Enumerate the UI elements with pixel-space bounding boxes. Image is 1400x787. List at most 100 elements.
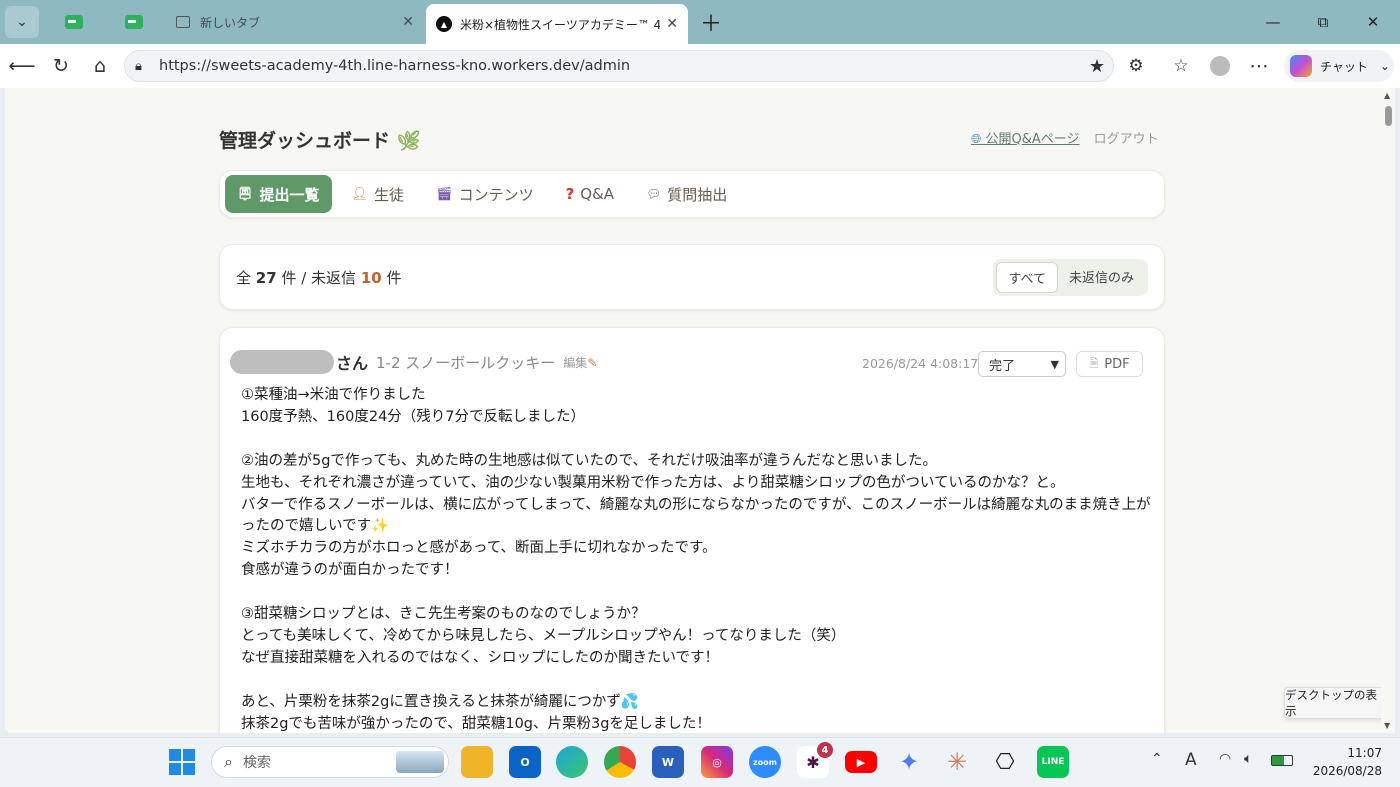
close-window-button[interactable]: ✕ (1350, 8, 1396, 36)
extensions-icon[interactable]: ⚙ (1122, 52, 1150, 80)
url-field[interactable]: 🔒︎ https://sweets-academy-4th.line-harne… (124, 50, 1114, 82)
unreplied-count: 10 (360, 268, 382, 287)
file-explorer-icon[interactable] (461, 746, 493, 778)
slack-icon[interactable]: ✱ 4 (797, 742, 833, 778)
scrollbar-thumb[interactable] (1385, 106, 1392, 126)
public-qa-link[interactable]: 🌐︎ 公開Q&Aページ (971, 128, 1080, 147)
page-viewport: 管理ダッシュボード 🌿︎ 🌐︎ 公開Q&Aページ ログアウト 📮︎ 提出一覧 👤︎… (5, 88, 1395, 733)
new-tab-icon (176, 16, 190, 28)
scrollbar[interactable]: ▲ ▼ (1381, 88, 1395, 733)
refresh-button[interactable]: ↻ (47, 52, 75, 80)
clock[interactable]: 11:07 2026/08/28 (1306, 744, 1382, 780)
tab-active[interactable]: ▲ 米粉×植物性スイーツアカデミー™ 4期 ✕ (426, 4, 688, 44)
student-name-redacted (230, 350, 334, 374)
chevron-down-icon: ⌄ (1379, 59, 1390, 73)
chevron-down-icon: ⌄ (16, 14, 28, 30)
tab-students[interactable]: 👤︎ 生徒 (340, 175, 417, 213)
tab-pinned-2[interactable] (108, 4, 160, 40)
site-favicon-icon: ▲ (436, 16, 452, 32)
summary-text: 全 27 件 / 未返信 10 件 (236, 268, 402, 287)
leaf-icon: 🌿︎ (396, 130, 421, 152)
address-toolbar: ⟵ ↻ ⌂ 🔒︎ https://sweets-academy-4th.line… (0, 44, 1400, 88)
battery-icon[interactable] (1271, 755, 1293, 766)
profile-avatar[interactable] (1206, 52, 1234, 80)
favorites-icon[interactable]: ☆ (1167, 52, 1195, 80)
tab-pinned-1[interactable] (48, 4, 100, 40)
home-button[interactable]: ⌂ (86, 52, 114, 80)
tab-new-tab[interactable]: 新しいタブ ✕ (166, 4, 424, 40)
submission-header: さん 1-2 スノーボールクッキー 編集✎ (230, 350, 597, 374)
tab-title: 新しいタブ (200, 15, 261, 30)
tab-title: 米粉×植物性スイーツアカデミー™ 4期 (460, 17, 660, 32)
windows-taskbar: ⌕ 検索 O W ◎ zoom ✱ 4 ▶ ✦ ✳ ⎔ LINE ⌃ A ◠ 🔈… (0, 737, 1400, 787)
more-menu-icon[interactable]: ⋯ (1245, 52, 1273, 80)
copilot-chat-button[interactable]: チャット ⌄ (1284, 50, 1394, 82)
lock-icon: 🔒︎ (135, 58, 142, 74)
back-button[interactable]: ⟵ (8, 52, 36, 80)
minimize-button[interactable]: — (1250, 8, 1296, 36)
nav-tabs-card: 📮︎ 提出一覧 👤︎ 生徒 🎬︎ コンテンツ ? Q&A 💬︎ 質問抽出 (219, 170, 1165, 218)
claude-icon[interactable]: ✳ (941, 746, 973, 778)
mailbox-icon: 📮︎ (237, 186, 254, 202)
line-icon[interactable]: LINE (1037, 746, 1069, 778)
chevron-down-icon: ▼ (1050, 357, 1059, 371)
edit-link[interactable]: 編集✎ (563, 354, 597, 371)
question-icon: ? (565, 185, 575, 203)
search-highlight-image (396, 751, 444, 773)
wifi-icon[interactable]: ◠ (1219, 751, 1231, 767)
scroll-up-icon[interactable]: ▲ (1384, 91, 1390, 100)
student-icon: 👤︎ (351, 186, 369, 202)
name-suffix: さん (336, 354, 369, 373)
sheets-favicon-icon (65, 15, 83, 29)
total-count: 27 (255, 268, 277, 287)
globe-icon: 🌐︎ (971, 132, 982, 147)
clapper-icon: 🎬︎ (436, 186, 453, 202)
scroll-down-icon[interactable]: ▼ (1384, 721, 1390, 730)
edge-icon[interactable] (556, 746, 588, 778)
tab-qa[interactable]: ? Q&A (554, 175, 626, 213)
clock-time: 11:07 (1347, 746, 1382, 760)
status-select[interactable]: 完了 ▼ (978, 351, 1066, 377)
close-icon[interactable]: ✕ (666, 16, 678, 32)
notification-badge: 4 (817, 742, 833, 758)
browser-tab-bar: ⌄ 新しいタブ ✕ ▲ 米粉×植物性スイーツアカデミー™ 4期 ✕ ＋ — ⧉ … (0, 0, 1400, 44)
chat-label: チャット (1320, 59, 1368, 74)
tab-question-extract[interactable]: 💬︎ 質問抽出 (634, 175, 739, 213)
document-icon: 🗎 (1089, 356, 1099, 370)
word-icon[interactable]: W (652, 746, 684, 778)
tab-actions-button[interactable]: ⌄ (5, 6, 39, 38)
tray-chevron-up-icon[interactable]: ⌃ (1151, 751, 1163, 767)
url-text: https://sweets-academy-4th.line-harness-… (159, 58, 631, 74)
filter-unreplied-button[interactable]: 未返信のみ (1058, 262, 1145, 293)
show-desktop-tooltip: デスクトップの表示 (1284, 687, 1388, 719)
pencil-icon: ✎ (587, 355, 598, 370)
ime-indicator-icon[interactable]: A (1185, 750, 1197, 770)
youtube-icon[interactable]: ▶ (845, 751, 877, 773)
submission-datetime: 2026/8/24 4:08:17 (862, 356, 979, 371)
windows-start-icon[interactable] (166, 746, 198, 778)
chat-icon: 💬︎ (646, 187, 662, 201)
submission-body: ①菜種油→米油で作りました 160度予熱、160度24分（残り7分で反転しました… (241, 387, 1151, 732)
clock-date: 2026/08/28 (1312, 764, 1382, 778)
lesson-title: 1-2 スノーボールクッキー (376, 353, 556, 372)
tab-submissions[interactable]: 📮︎ 提出一覧 (225, 175, 332, 213)
outlook-icon[interactable]: O (509, 746, 541, 778)
gemini-icon[interactable]: ✦ (893, 746, 925, 778)
instagram-icon[interactable]: ◎ (701, 746, 733, 778)
chrome-icon[interactable] (604, 746, 636, 778)
close-icon[interactable]: ✕ (402, 14, 414, 30)
taskbar-search-input[interactable]: ⌕ 検索 (211, 746, 449, 778)
tab-contents[interactable]: 🎬︎ コンテンツ (424, 175, 546, 213)
logout-link[interactable]: ログアウト (1094, 128, 1159, 147)
chatgpt-icon[interactable]: ⎔ (989, 746, 1021, 778)
filter-all-button[interactable]: すべて (996, 261, 1058, 293)
restore-button[interactable]: ⧉ (1300, 8, 1346, 36)
search-icon: ⌕ (224, 752, 233, 771)
favorite-star-icon[interactable]: ★ (1089, 56, 1105, 77)
new-tab-button[interactable]: ＋ (688, 8, 734, 37)
summary-card: 全 27 件 / 未返信 10 件 すべて 未返信のみ (219, 244, 1165, 310)
zoom-icon[interactable]: zoom (749, 746, 781, 778)
pdf-button[interactable]: 🗎 PDF (1076, 351, 1143, 377)
sheets-favicon-icon (125, 15, 143, 29)
volume-icon[interactable]: 🔈︎ (1244, 751, 1252, 767)
